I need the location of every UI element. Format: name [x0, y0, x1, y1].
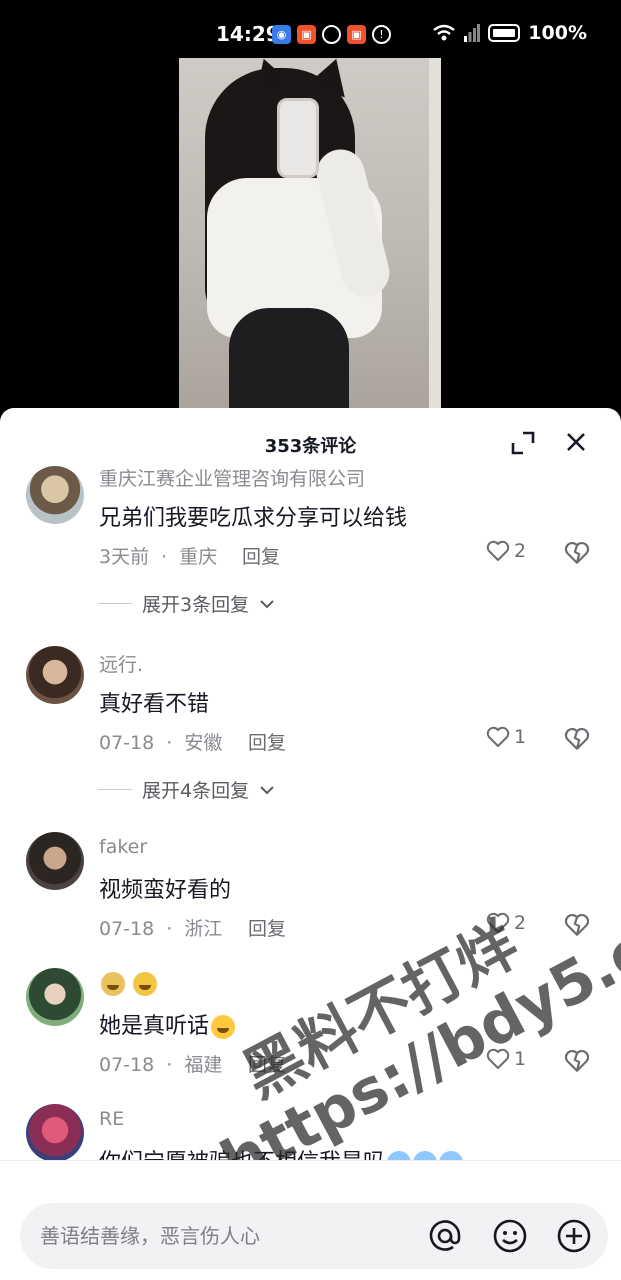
chevron-down-icon [260, 599, 274, 608]
heart-icon [486, 726, 510, 747]
money-bag-icon [101, 972, 125, 996]
alert-icon: ! [372, 25, 391, 44]
status-bar: 14:29 ◉ ▣ ▣ ! 100% [0, 0, 621, 58]
comment-time: 07-18 [99, 918, 155, 940]
video-figure-phone [277, 98, 319, 178]
comment-input-pill[interactable] [20, 1203, 608, 1269]
comment-item: faker 视频蛮好看的 07-18 · 浙江 回复 2 [0, 832, 621, 962]
hotspot-icon [322, 25, 341, 44]
comment-author[interactable]: RE [99, 1108, 124, 1130]
comment-author[interactable]: 重庆江赛企业管理咨询有限公司 [99, 464, 365, 491]
comment-time: 07-18 [99, 1054, 155, 1076]
comment-text[interactable]: 视频蛮好看的 [99, 872, 231, 904]
like-button[interactable]: 2 [486, 912, 526, 934]
battery-level: 100% [528, 22, 587, 44]
comment-location: 重庆 [179, 546, 218, 568]
like-count: 1 [514, 726, 527, 748]
comment-author[interactable]: faker [99, 836, 147, 858]
broken-heart-icon[interactable] [564, 912, 590, 938]
comment-text[interactable]: 兄弟们我要吃瓜求分享可以给钱 [99, 500, 407, 532]
reply-button[interactable]: 回复 [248, 914, 286, 941]
divider [98, 603, 132, 604]
comment-time: 3天前 [99, 546, 150, 568]
avatar[interactable] [26, 832, 84, 890]
like-button[interactable]: 1 [486, 1048, 526, 1070]
meta-separator: · [166, 732, 173, 754]
door-edge [429, 58, 441, 418]
comment-text[interactable]: 她是真听话 [99, 1008, 236, 1040]
like-count: 2 [514, 912, 527, 934]
wifi-icon [433, 24, 456, 41]
comments-sheet: 353条评论 重庆江赛企业管理咨询有限公司 兄弟们我要吃瓜求分享可以给钱 3天前… [0, 408, 621, 1280]
reply-button[interactable]: 回复 [248, 1050, 286, 1077]
like-count: 2 [514, 540, 527, 562]
comment-location: 浙江 [184, 918, 223, 940]
expand-replies-button[interactable]: 展开4条回复 [98, 776, 275, 803]
avatar[interactable] [26, 1104, 84, 1162]
battery-icon [488, 24, 521, 42]
status-time: 14:29 [216, 22, 280, 46]
heart-icon [486, 1048, 510, 1069]
avatar[interactable] [26, 646, 84, 704]
heart-icon [486, 912, 510, 933]
like-button[interactable]: 2 [486, 540, 526, 562]
avatar[interactable] [26, 968, 84, 1026]
avatar[interactable] [26, 466, 84, 524]
laughing-emoji-icon [211, 1015, 236, 1039]
comment-meta: 07-18 · 安徽 [99, 728, 222, 755]
fullscreen-icon[interactable] [510, 430, 536, 456]
heart-icon [486, 540, 510, 561]
nerd-face-icon [133, 972, 158, 996]
notification-icons: ◉ ▣ ▣ ! [272, 25, 391, 44]
app-icon: ▣ [347, 25, 366, 44]
broken-heart-icon[interactable] [564, 540, 590, 566]
meta-separator: · [166, 1054, 173, 1076]
browser-icon: ◉ [272, 25, 291, 44]
meta-separator: · [161, 546, 168, 568]
comment-meta: 07-18 · 福建 [99, 1050, 222, 1077]
comment-item: 重庆江赛企业管理咨询有限公司 兄弟们我要吃瓜求分享可以给钱 3天前 · 重庆 回… [0, 460, 621, 650]
broken-heart-icon[interactable] [564, 726, 590, 752]
close-icon[interactable] [562, 428, 590, 456]
comment-location: 福建 [184, 1054, 223, 1076]
video-player[interactable] [0, 58, 621, 418]
mention-icon[interactable] [426, 1217, 464, 1255]
comment-meta: 3天前 · 重庆 [99, 542, 217, 569]
like-count: 1 [514, 1048, 527, 1070]
divider [98, 789, 132, 790]
chevron-down-icon [260, 785, 274, 794]
signal-icon [464, 24, 481, 42]
expand-replies-label: 展开3条回复 [142, 594, 250, 616]
comment-item: 她是真听话 07-18 · 福建 回复 1 [0, 968, 621, 1098]
comment-text-body: 她是真听话 [99, 1014, 210, 1039]
video-frame[interactable] [179, 58, 441, 418]
broken-heart-icon[interactable] [564, 1048, 590, 1074]
app-icon: ▣ [297, 25, 316, 44]
comment-location: 安徽 [184, 732, 223, 754]
comment-item: 远行. 真好看不错 07-18 · 安徽 回复 1 展开4条回复 [0, 646, 621, 836]
status-right: 100% [432, 22, 587, 44]
comment-meta: 07-18 · 浙江 [99, 914, 222, 941]
comment-input-bar [0, 1160, 621, 1280]
comment-author-emoji[interactable] [99, 972, 158, 996]
comment-input[interactable] [40, 1219, 400, 1253]
like-button[interactable]: 1 [486, 726, 526, 748]
video-figure-skirt [229, 308, 349, 418]
comment-text[interactable]: 真好看不错 [99, 686, 209, 718]
add-icon[interactable] [555, 1217, 593, 1255]
meta-separator: · [166, 918, 173, 940]
reply-button[interactable]: 回复 [242, 542, 280, 569]
emoji-icon[interactable] [491, 1217, 529, 1255]
expand-replies-label: 展开4条回复 [142, 780, 250, 802]
comment-author[interactable]: 远行. [99, 650, 143, 677]
expand-replies-button[interactable]: 展开3条回复 [98, 590, 275, 617]
reply-button[interactable]: 回复 [248, 728, 286, 755]
comment-time: 07-18 [99, 732, 155, 754]
